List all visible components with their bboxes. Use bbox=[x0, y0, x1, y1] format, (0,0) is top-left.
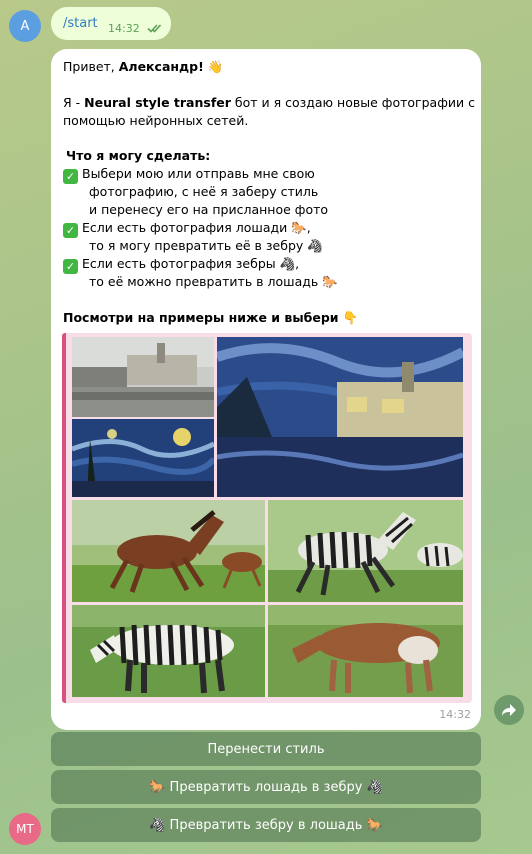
examples-prompt-text: Посмотри на примеры ниже и выбери bbox=[63, 310, 339, 325]
outgoing-message[interactable]: /start 14:32 bbox=[51, 7, 171, 40]
item2-line2: то я могу превратить её в зебру 🦓 bbox=[89, 238, 323, 253]
item3-line2: то её можно превратить в лошадь 🐎 bbox=[89, 274, 338, 289]
check-mark-icon: ✓ bbox=[63, 169, 78, 184]
greeting-name: Александр! bbox=[118, 59, 204, 74]
intro-line1: Я - Neural style transfer бот и я создаю… bbox=[63, 94, 475, 112]
wave-emoji: 👋 bbox=[207, 59, 224, 74]
horse-from-zebra-image[interactable] bbox=[268, 605, 463, 697]
intro-prefix: Я - bbox=[63, 95, 85, 110]
bot-message-time: 14:32 bbox=[439, 708, 471, 721]
item1-line2: фотографию, с неё я заберу стиль bbox=[89, 184, 319, 199]
start-command-link[interactable]: /start bbox=[63, 16, 98, 31]
bot-name: Neural style transfer bbox=[84, 95, 231, 110]
intro-line2: помощью нейронных сетей. bbox=[63, 113, 249, 128]
town-photo-image[interactable] bbox=[72, 337, 214, 417]
capability-item-3: ✓ Если есть фотография зебры 🦓, bbox=[63, 255, 299, 274]
horse-to-zebra-button[interactable]: 🐎 Превратить лошадь в зебру 🦓 bbox=[51, 770, 481, 804]
stylized-town-image[interactable] bbox=[217, 337, 463, 497]
starry-night-image[interactable] bbox=[72, 419, 214, 497]
quote-accent-bar bbox=[62, 333, 66, 703]
zebra-to-horse-button[interactable]: 🦓 Превратить зебру в лошадь 🐎 bbox=[51, 808, 481, 842]
bot-message: Привет, Александр! 👋 Я - Neural style tr… bbox=[51, 49, 481, 730]
example-images-preview[interactable] bbox=[62, 333, 472, 703]
user-avatar-initial: A bbox=[20, 18, 30, 34]
capability-item-1: ✓ Выбери мою или отправь мне свою bbox=[63, 165, 315, 184]
zebra-standing-image[interactable] bbox=[72, 605, 265, 697]
horse-photo-image[interactable] bbox=[72, 500, 265, 602]
transfer-style-button[interactable]: Перенести стиль bbox=[51, 732, 481, 766]
pointing-down-emoji: 👇 bbox=[342, 310, 359, 325]
check-mark-icon: ✓ bbox=[63, 223, 78, 238]
greeting-line: Привет, Александр! 👋 bbox=[63, 58, 223, 76]
zebra-running-image[interactable] bbox=[268, 500, 463, 602]
greeting-prefix: Привет, bbox=[63, 59, 119, 74]
forward-button[interactable] bbox=[494, 695, 524, 725]
capability-item-2: ✓ Если есть фотография лошади 🐎, bbox=[63, 219, 311, 238]
user-avatar[interactable]: A bbox=[9, 10, 41, 42]
intro-suffix: бот и я создаю новые фотографии с bbox=[230, 95, 475, 110]
bot-avatar[interactable]: MT bbox=[9, 813, 41, 845]
message-time: 14:32 bbox=[108, 22, 140, 35]
capabilities-title: Что я могу сделать: bbox=[66, 148, 211, 163]
examples-prompt: Посмотри на примеры ниже и выбери 👇 bbox=[63, 309, 358, 327]
item2-line1: Если есть фотография лошади 🐎, bbox=[82, 220, 311, 235]
check-mark-icon: ✓ bbox=[63, 259, 78, 274]
double-check-icon bbox=[147, 24, 162, 33]
item1-line1: Выбери мою или отправь мне свою bbox=[82, 166, 315, 181]
item3-line1: Если есть фотография зебры 🦓, bbox=[82, 256, 300, 271]
bot-avatar-initials: MT bbox=[16, 822, 34, 836]
item1-line3: и перенесу его на присланное фото bbox=[89, 202, 329, 217]
forward-arrow-icon bbox=[502, 704, 516, 716]
